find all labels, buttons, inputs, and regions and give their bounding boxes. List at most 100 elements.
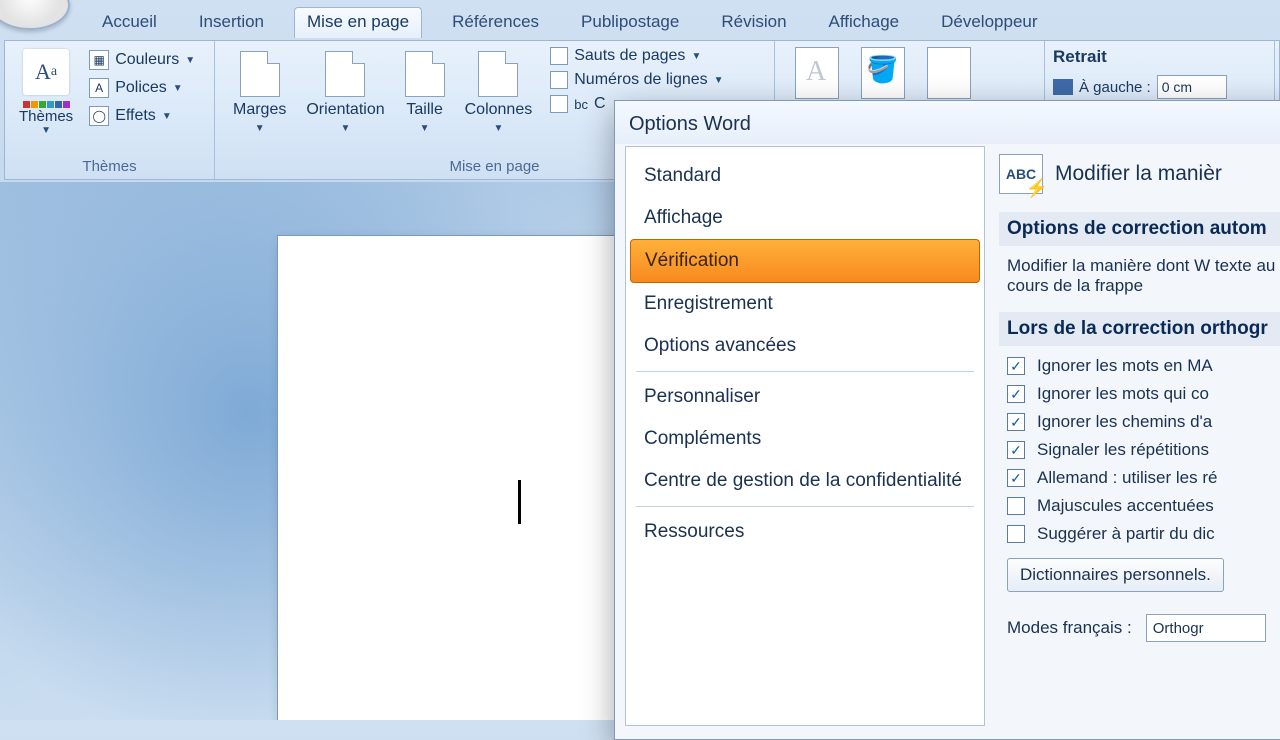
- retrait-title: Retrait: [1053, 47, 1264, 67]
- chevron-down-icon: ▼: [714, 75, 724, 86]
- page-breaks-label: Sauts de pages: [574, 47, 685, 65]
- spellcheck-option-row: Suggérer à partir du dic: [1007, 524, 1280, 544]
- columns-button[interactable]: Colonnes ▼: [457, 47, 541, 138]
- indent-left-label: À gauche :: [1079, 79, 1151, 96]
- hyphenation-icon: [550, 95, 568, 113]
- chevron-down-icon: ▼: [420, 123, 430, 134]
- margins-button[interactable]: Marges ▼: [225, 47, 294, 138]
- checkbox[interactable]: [1007, 385, 1025, 403]
- tab-publipostage[interactable]: Publipostage: [569, 8, 691, 38]
- tab-revision[interactable]: Révision: [709, 8, 798, 38]
- nav-verification[interactable]: Vérification: [630, 239, 980, 283]
- checkbox[interactable]: [1007, 357, 1025, 375]
- nav-separator: [636, 506, 974, 507]
- chevron-down-icon: ▼: [255, 123, 265, 134]
- themes-color-swatch: [23, 101, 70, 108]
- columns-icon: [478, 51, 518, 97]
- section-autocorrect: Options de correction autom: [999, 212, 1280, 246]
- orientation-icon: [325, 51, 365, 97]
- nav-complements[interactable]: Compléments: [630, 418, 980, 460]
- checkbox[interactable]: [1007, 441, 1025, 459]
- themes-button[interactable]: A Thèmes ▼: [15, 47, 77, 138]
- spellcheck-option-row: Ignorer les mots qui co: [1007, 384, 1280, 404]
- nav-options-avancees[interactable]: Options avancées: [630, 325, 980, 367]
- dialog-header-text: Modifier la manièr: [1055, 162, 1222, 186]
- checkbox[interactable]: [1007, 497, 1025, 515]
- theme-fonts-button[interactable]: A Polices ▼: [83, 75, 201, 101]
- themes-icon: A: [23, 49, 69, 95]
- chevron-down-icon: ▼: [162, 111, 172, 122]
- line-numbers-label: Numéros de lignes: [574, 71, 707, 89]
- tab-references[interactable]: Références: [440, 8, 551, 38]
- page-borders-icon: [927, 47, 971, 99]
- margins-label: Marges: [233, 101, 286, 119]
- checkbox-label: Signaler les répétitions: [1037, 440, 1209, 460]
- theme-effects-button[interactable]: ◯ Effets ▼: [83, 103, 201, 129]
- french-modes-select[interactable]: [1146, 614, 1266, 642]
- chevron-down-icon: ▼: [341, 123, 351, 134]
- spellcheck-option-row: Majuscules accentuées: [1007, 496, 1280, 516]
- office-button[interactable]: [0, 0, 70, 30]
- page-borders-button[interactable]: [927, 47, 971, 99]
- chevron-down-icon: ▼: [185, 55, 195, 66]
- nav-ressources[interactable]: Ressources: [630, 511, 980, 553]
- autocorrect-description: Modifier la manière dont W texte au cour…: [999, 256, 1280, 312]
- fonts-icon: A: [89, 78, 109, 98]
- themes-label: Thèmes: [19, 108, 73, 125]
- nav-enregistrement[interactable]: Enregistrement: [630, 283, 980, 325]
- nav-affichage[interactable]: Affichage: [630, 197, 980, 239]
- group-label-themes: Thèmes: [15, 155, 204, 177]
- tab-mise-en-page[interactable]: Mise en page: [294, 7, 422, 38]
- checkbox-label: Ignorer les mots en MA: [1037, 356, 1213, 376]
- spellcheck-option-row: Ignorer les mots en MA: [1007, 356, 1280, 376]
- columns-label: Colonnes: [465, 101, 533, 119]
- nav-standard[interactable]: Standard: [630, 155, 980, 197]
- indent-left-row: À gauche :: [1053, 75, 1264, 99]
- size-button[interactable]: Taille ▼: [397, 47, 453, 138]
- tab-developpeur[interactable]: Développeur: [929, 8, 1049, 38]
- orientation-button[interactable]: Orientation ▼: [298, 47, 392, 138]
- dialog-title: Options Word: [615, 101, 1280, 144]
- custom-dictionaries-button[interactable]: Dictionnaires personnels.: [1007, 558, 1224, 592]
- theme-colors-label: Couleurs: [115, 51, 179, 69]
- theme-fonts-label: Polices: [115, 79, 167, 97]
- chevron-down-icon: ▼: [173, 83, 183, 94]
- dialog-content: ABC Modifier la manièr Options de correc…: [985, 146, 1280, 726]
- tab-accueil[interactable]: Accueil: [90, 8, 169, 38]
- nav-personnaliser[interactable]: Personnaliser: [630, 376, 980, 418]
- checkbox-label: Allemand : utiliser les ré: [1037, 468, 1217, 488]
- abc-check-icon: ABC: [999, 154, 1043, 194]
- tab-affichage[interactable]: Affichage: [817, 8, 912, 38]
- nav-confidentialite[interactable]: Centre de gestion de la confidentialité: [630, 460, 980, 502]
- theme-colors-button[interactable]: ▦ Couleurs ▼: [83, 47, 201, 73]
- watermark-button[interactable]: [795, 47, 839, 99]
- checkbox[interactable]: [1007, 469, 1025, 487]
- checkbox[interactable]: [1007, 413, 1025, 431]
- ribbon-tab-strip: Accueil Insertion Mise en page Référence…: [80, 6, 1280, 38]
- hyphenation-prefix: bc: [574, 97, 588, 112]
- checkbox-label: Majuscules accentuées: [1037, 496, 1214, 516]
- chevron-down-icon: ▼: [691, 51, 701, 62]
- watermark-icon: [795, 47, 839, 99]
- page-color-icon: [861, 47, 905, 99]
- line-numbers-icon: [550, 71, 568, 89]
- indent-left-input[interactable]: [1157, 75, 1227, 99]
- options-dialog: Options Word Standard Affichage Vérifica…: [614, 100, 1280, 740]
- page-breaks-button[interactable]: Sauts de pages ▼: [550, 47, 723, 65]
- size-icon: [405, 51, 445, 97]
- checkbox[interactable]: [1007, 525, 1025, 543]
- line-numbers-button[interactable]: Numéros de lignes ▼: [550, 71, 723, 89]
- effects-icon: ◯: [89, 106, 109, 126]
- spellcheck-options-list: Ignorer les mots en MA Ignorer les mots q…: [999, 356, 1280, 544]
- checkbox-label: Ignorer les mots qui co: [1037, 384, 1209, 404]
- section-orthograph: Lors de la correction orthogr: [999, 312, 1280, 346]
- tab-insertion[interactable]: Insertion: [187, 8, 276, 38]
- indent-left-icon: [1053, 79, 1073, 95]
- checkbox-label: Suggérer à partir du dic: [1037, 524, 1215, 544]
- margins-icon: [240, 51, 280, 97]
- colors-icon: ▦: [89, 50, 109, 70]
- checkbox-label: Ignorer les chemins d'a: [1037, 412, 1212, 432]
- spellcheck-option-row: Signaler les répétitions: [1007, 440, 1280, 460]
- spellcheck-option-row: Ignorer les chemins d'a: [1007, 412, 1280, 432]
- page-color-button[interactable]: [861, 47, 905, 99]
